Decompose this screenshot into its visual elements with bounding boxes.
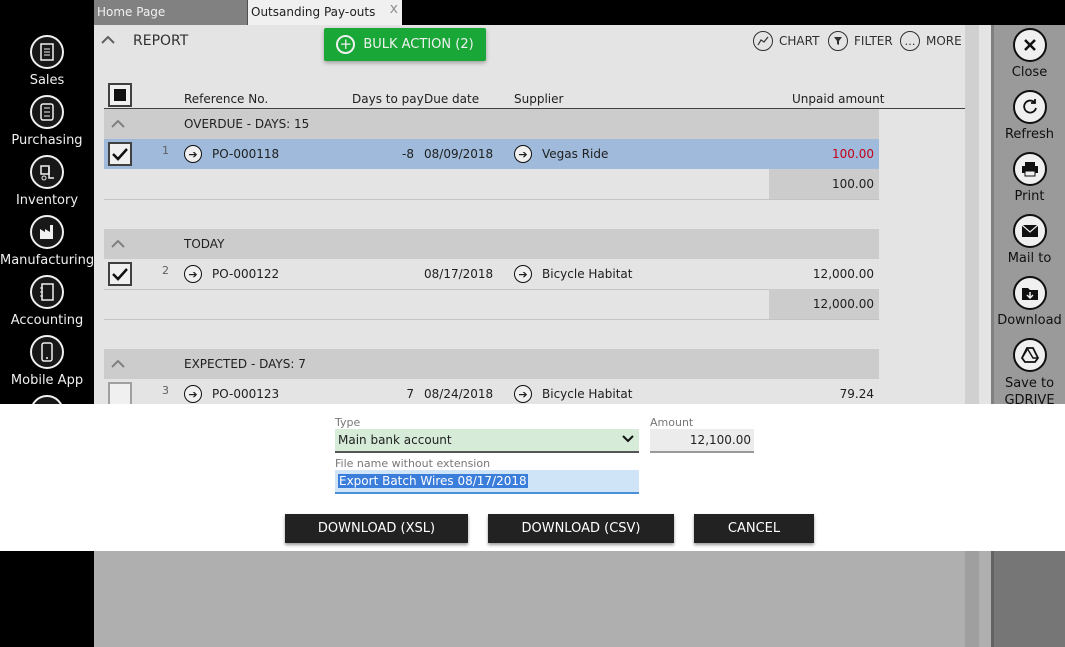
download-xsl-label: DOWNLOAD (XSL): [317, 521, 436, 536]
type-select-value: Main bank account: [338, 433, 452, 447]
cancel-label: CANCEL: [727, 521, 781, 536]
download-csv-label: DOWNLOAD (CSV): [521, 521, 641, 536]
chevron-down-icon: [621, 433, 635, 447]
amount-label: Amount: [650, 416, 694, 429]
modal-backdrop-top: [0, 0, 1065, 404]
modal-backdrop-bottom: [0, 551, 1065, 647]
export-dialog: Type Main bank account Amount 12,100.00 …: [0, 404, 1065, 551]
filename-input[interactable]: Export Batch Wires 08/17/2018: [335, 470, 639, 494]
amount-field-value: 12,100.00: [689, 433, 751, 447]
download-csv-button[interactable]: DOWNLOAD (CSV): [488, 514, 674, 543]
filename-label: File name without extension: [335, 457, 491, 470]
amount-field[interactable]: 12,100.00: [650, 429, 754, 453]
type-label: Type: [335, 416, 361, 429]
type-select[interactable]: Main bank account: [335, 429, 639, 453]
download-xsl-button[interactable]: DOWNLOAD (XSL): [285, 514, 468, 543]
filename-selected-text: Export Batch Wires 08/17/2018: [338, 474, 528, 488]
cancel-button[interactable]: CANCEL: [694, 514, 814, 543]
